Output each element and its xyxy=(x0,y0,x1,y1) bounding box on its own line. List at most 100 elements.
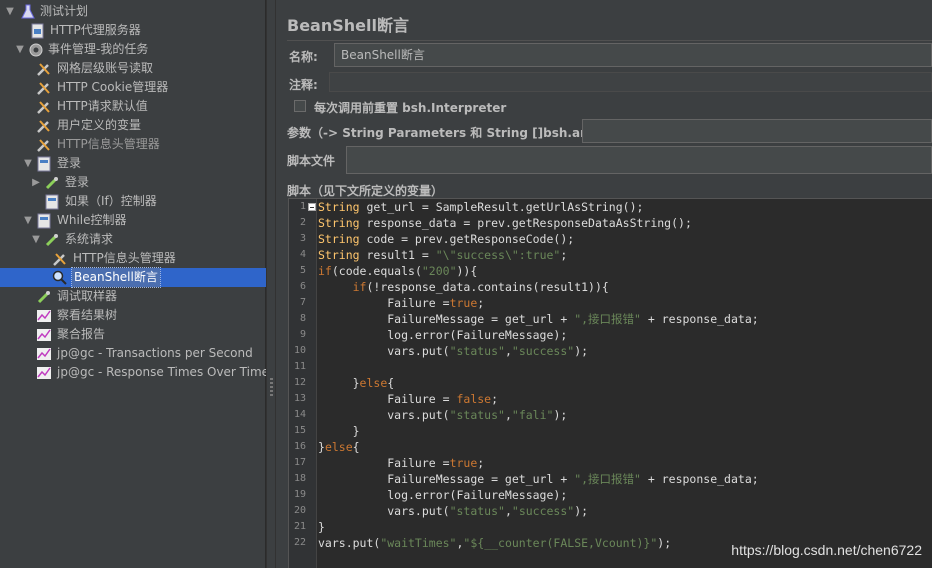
pipette-icon xyxy=(45,234,58,247)
tree-item-if-controller[interactable]: 如果（If）控制器 xyxy=(0,192,266,211)
watermark-text: https://blog.csdn.net/chen6722 xyxy=(731,542,922,558)
test-plan-tree[interactable]: ▼ 测试计划 HTTP代理服务器 ▼ 事件管理-我的任务 网格层级账号读取 HT… xyxy=(0,0,269,568)
tree-item-label: 事件管理-我的任务 xyxy=(48,42,149,56)
line-number: 3 xyxy=(299,233,306,244)
comment-label: 注释: xyxy=(289,78,318,92)
split-pane-divider[interactable] xyxy=(266,0,276,568)
tree-item-while-controller[interactable]: ▼ While控制器 xyxy=(0,211,266,230)
tree-item-label: 如果（If）控制器 xyxy=(65,194,157,208)
script-editor[interactable]: 1 2 3 4 5 6 7 8 9 10 11 12 13 14 15 16 1… xyxy=(288,198,932,568)
line-number: 12 xyxy=(293,377,306,388)
tree-item-label: BeanShell断言 xyxy=(71,267,161,288)
divider-grip-icon[interactable] xyxy=(270,378,273,398)
pipette-icon xyxy=(37,291,50,304)
collapse-arrow-icon[interactable]: ▼ xyxy=(14,40,26,59)
tree-item-label: HTTP代理服务器 xyxy=(50,23,141,37)
line-number: 22 xyxy=(293,537,306,548)
code-line[interactable]: if(!response_data.contains(result1)){ xyxy=(318,279,609,295)
wrench-icon xyxy=(37,101,50,114)
code-line[interactable]: }else{ xyxy=(318,439,360,455)
code-line[interactable]: } xyxy=(318,423,360,439)
tree-item-csv-config[interactable]: 网格层级账号读取 xyxy=(0,59,266,78)
controller-icon xyxy=(37,156,51,172)
tree-item-header-manager[interactable]: HTTP信息头管理器 xyxy=(0,135,266,154)
line-number: 18 xyxy=(293,473,306,484)
code-line[interactable]: String result1 = "\"success\":true"; xyxy=(318,247,567,263)
line-number: 17 xyxy=(293,457,306,468)
tree-item-tps-graph[interactable]: jp@gc - Transactions per Second xyxy=(0,344,266,363)
line-number: 21 xyxy=(293,521,306,532)
controller-icon xyxy=(37,213,51,229)
line-number: 9 xyxy=(299,329,306,340)
code-line[interactable]: if(code.equals("200")){ xyxy=(318,263,477,279)
wrench-icon xyxy=(37,82,50,95)
code-line[interactable]: }else{ xyxy=(318,375,395,391)
collapse-arrow-icon[interactable]: ▼ xyxy=(22,211,34,230)
tree-item-label: jp@gc - Transactions per Second xyxy=(57,346,253,360)
graph-icon xyxy=(37,367,51,379)
code-line[interactable]: vars.put("status","success"); xyxy=(318,343,588,359)
tree-item-test-plan[interactable]: ▼ 测试计划 xyxy=(0,2,266,21)
tree-item-label: While控制器 xyxy=(57,213,127,227)
tree-item-aggregate-report[interactable]: 聚合报告 xyxy=(0,325,266,344)
code-line[interactable]: Failure = false; xyxy=(318,391,498,407)
line-number: 16 xyxy=(293,441,306,452)
tree-item-http-proxy[interactable]: HTTP代理服务器 xyxy=(0,21,266,40)
line-number: 2 xyxy=(299,217,306,228)
tree-item-label: 网格层级账号读取 xyxy=(57,61,154,75)
code-line[interactable]: String get_url = SampleResult.getUrlAsSt… xyxy=(318,199,643,215)
code-line[interactable]: String response_data = prev.getResponseD… xyxy=(318,215,692,231)
code-line[interactable]: log.error(FailureMessage); xyxy=(318,327,567,343)
tree-item-label: 聚合报告 xyxy=(57,327,106,341)
tree-item-cookie-manager[interactable]: HTTP Cookie管理器 xyxy=(0,78,266,97)
wrench-icon xyxy=(37,139,50,152)
tree-item-login-sampler[interactable]: ▶ 登录 xyxy=(0,173,266,192)
name-field[interactable]: BeanShell断言 xyxy=(334,43,932,67)
reset-interpreter-checkbox[interactable] xyxy=(294,100,306,112)
tree-item-label: HTTP请求默认值 xyxy=(57,99,148,113)
tree-item-results-tree[interactable]: 察看结果树 xyxy=(0,306,266,325)
collapse-arrow-icon[interactable]: ▼ xyxy=(4,2,16,21)
line-number: 13 xyxy=(293,393,306,404)
pipette-icon xyxy=(45,177,58,190)
tree-item-request-defaults[interactable]: HTTP请求默认值 xyxy=(0,97,266,116)
code-line[interactable]: vars.put("status","fali"); xyxy=(318,407,567,423)
collapse-arrow-icon[interactable]: ▼ xyxy=(22,154,34,173)
tree-item-debug-sampler[interactable]: 调试取样器 xyxy=(0,287,266,306)
reset-interpreter-label: 每次调用前重置 bsh.Interpreter xyxy=(314,101,507,115)
tree-item-thread-group[interactable]: ▼ 事件管理-我的任务 xyxy=(0,40,266,59)
tree-item-label: HTTP信息头管理器 xyxy=(57,137,160,151)
script-file-field[interactable] xyxy=(346,146,932,174)
line-number: 5 xyxy=(299,265,306,276)
parameters-field[interactable] xyxy=(582,119,932,143)
code-line[interactable]: FailureMessage = get_url + ",接口报错" + res… xyxy=(318,311,758,327)
name-label: 名称: xyxy=(289,50,318,64)
expand-arrow-icon[interactable]: ▶ xyxy=(30,173,42,192)
code-line[interactable]: log.error(FailureMessage); xyxy=(318,487,567,503)
code-line[interactable]: Failure =true; xyxy=(318,455,484,471)
collapse-arrow-icon[interactable]: ▼ xyxy=(30,230,42,249)
code-line[interactable]: FailureMessage = get_url + ",接口报错" + res… xyxy=(318,471,758,487)
code-line[interactable]: } xyxy=(318,519,325,535)
graph-icon xyxy=(37,348,51,360)
tree-item-login-controller[interactable]: ▼ 登录 xyxy=(0,154,266,173)
line-number: 20 xyxy=(293,505,306,516)
controller-icon xyxy=(45,194,59,210)
tree-item-header-manager-2[interactable]: HTTP信息头管理器 xyxy=(0,249,266,268)
tree-item-system-request[interactable]: ▼ 系统请求 xyxy=(0,230,266,249)
wrench-icon xyxy=(37,120,50,133)
line-number: 10 xyxy=(293,345,306,356)
comment-field[interactable] xyxy=(329,72,932,92)
fold-marker-icon[interactable] xyxy=(308,203,316,211)
code-line[interactable]: vars.put("status","success"); xyxy=(318,503,588,519)
parameters-label: 参数（-> String Parameters 和 String []bsh.a… xyxy=(287,126,614,140)
tree-item-label: 登录 xyxy=(57,156,82,170)
code-line[interactable]: String code = prev.getResponseCode(); xyxy=(318,231,574,247)
code-line[interactable]: vars.put("waitTimes","${__counter(FALSE,… xyxy=(318,535,671,551)
code-line[interactable]: Failure =true; xyxy=(318,295,484,311)
tree-item-user-variables[interactable]: 用户定义的变量 xyxy=(0,116,266,135)
tree-item-response-times-graph[interactable]: jp@gc - Response Times Over Time xyxy=(0,363,269,382)
gear-icon xyxy=(29,43,43,57)
tree-item-beanshell-assertion[interactable]: BeanShell断言 xyxy=(0,267,266,288)
wrench-icon xyxy=(37,63,50,76)
